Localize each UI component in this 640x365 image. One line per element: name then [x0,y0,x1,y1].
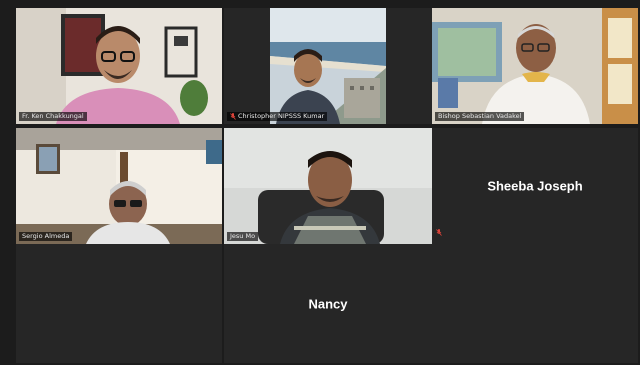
participant-tile-9 [432,244,638,363]
participant-name-tag: Jesu Mo [227,232,259,241]
mic-muted-icon [436,221,442,240]
participant-tile-5[interactable]: Jesu Mo [224,128,432,244]
participant-name-tag: Christopher NIPSSS Kumar [227,112,328,121]
participant-display-name: Nancy [308,296,348,311]
participant-display-name: Sheeba Joseph [487,178,583,194]
participant-video-4 [16,128,222,244]
participant-name-tag: Sergio Almeda [19,232,73,241]
participant-tile-8[interactable]: Nancy [224,244,432,363]
participant-video-3 [432,8,638,124]
participant-tile-1[interactable]: Fr. Ken Chakkungal [16,8,222,124]
participant-name: Jesu Mo [230,232,256,240]
participant-name: Sergio Almeda [22,232,70,240]
participant-name-tag: Bishop Sebastian Vadakel [435,112,525,121]
participant-tile-7 [16,244,222,363]
participant-tile-4[interactable]: Sergio Almeda [16,128,222,244]
participant-name-tag: Fr. Ken Chakkungal [19,112,87,121]
participant-tile-6[interactable]: Sheeba Joseph [432,128,638,244]
participant-name: Bishop Sebastian Vadakel [438,112,522,120]
participant-tile-2[interactable]: Christopher NIPSSS Kumar [224,8,432,124]
video-gallery: Fr. Ken Chakkungal Christopher NIPSSS Ku… [0,0,640,365]
participant-name: Christopher NIPSSS Kumar [238,112,325,120]
participant-video-5 [224,128,432,244]
participant-name: Fr. Ken Chakkungal [22,112,84,120]
participant-video-2 [224,8,432,124]
participant-tile-3[interactable]: Bishop Sebastian Vadakel [432,8,638,124]
mic-muted-icon [230,113,236,120]
participant-video-1 [16,8,222,124]
